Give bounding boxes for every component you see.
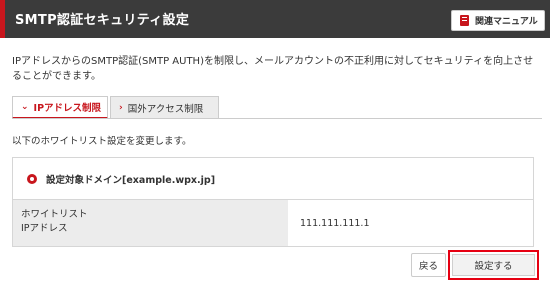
section-subtitle: 以下のホワイトリスト設定を変更します。	[12, 136, 192, 147]
related-manual-button[interactable]: 関連マニュアル	[451, 10, 545, 31]
tab-ip-restriction-label: IPアドレス制限	[33, 103, 102, 114]
whitelist-header-line1: ホワイトリスト	[21, 209, 88, 220]
chevron-down-icon: ⌄	[21, 102, 29, 112]
chevron-right-icon: ›	[119, 102, 123, 113]
whitelist-header-cell: ホワイトリスト IPアドレス	[13, 200, 288, 246]
related-manual-label: 関連マニュアル	[475, 17, 538, 27]
whitelist-header-line2: IPアドレス	[21, 223, 68, 234]
target-domain-label: 設定対象ドメイン[example.wpx.jp]	[46, 174, 216, 186]
whitelist-table: ホワイトリスト IPアドレス 111.111.111.1	[12, 200, 534, 247]
submit-button[interactable]: 設定する	[452, 254, 535, 276]
tab-foreign-access[interactable]: › 国外アクセス制限	[110, 96, 219, 119]
tab-divider	[12, 118, 542, 119]
page-title: SMTP認証セキュリティ設定	[15, 13, 190, 28]
page-header: SMTP認証セキュリティ設定 関連マニュアル	[0, 0, 550, 38]
tab-ip-restriction[interactable]: ⌄ IPアドレス制限	[12, 96, 108, 119]
whitelist-ip-value: 111.111.111.1	[300, 217, 370, 229]
whitelist-value-cell: 111.111.111.1	[288, 200, 533, 246]
tab-foreign-access-label: 国外アクセス制限	[127, 103, 204, 115]
book-icon	[460, 15, 469, 26]
submit-button-highlight: 設定する	[448, 250, 539, 280]
back-button[interactable]: 戻る	[411, 253, 446, 277]
ring-bullet-icon	[27, 173, 37, 184]
page-description: IPアドレスからのSMTP認証(SMTP AUTH)を制限し、メールアカウントの…	[12, 56, 534, 82]
target-domain-box: 設定対象ドメイン[example.wpx.jp]	[12, 157, 534, 200]
